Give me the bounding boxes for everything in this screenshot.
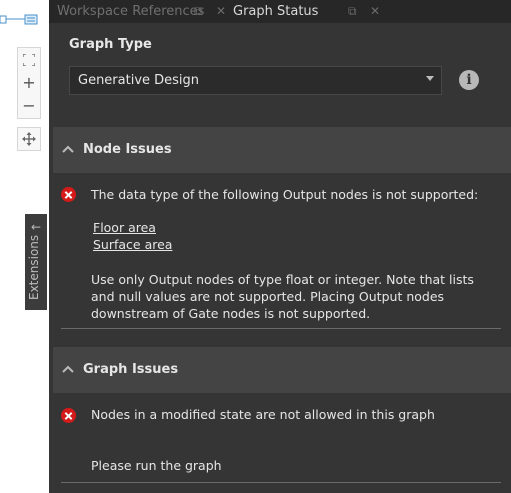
output-node-link-surface-area[interactable]: Surface area [93,237,172,252]
chevron-up-icon [62,365,74,373]
graph-status-content: Graph Type Generative Design i Node Issu… [49,23,511,493]
chevron-up-icon [62,145,74,153]
error-icon [61,408,76,423]
pan-move-icon [22,132,36,146]
divider [61,482,501,483]
graph-type-dropdown[interactable]: Generative Design [69,66,442,95]
fit-view-icon [23,53,35,66]
plus-icon: + [22,73,36,92]
close-icon[interactable]: ✕ [370,0,380,23]
zoom-out-button[interactable]: − [18,94,40,117]
tab-graph-status[interactable]: Graph Status [233,0,318,23]
pan-button[interactable] [17,127,41,151]
divider [61,328,501,329]
zoom-fit-button[interactable] [18,48,40,71]
graph-issues-title: Graph Issues [83,362,179,377]
graph-type-label: Graph Type [69,37,152,52]
close-icon[interactable]: ✕ [216,0,226,23]
node-issues-message: The data type of the following Output no… [91,187,479,202]
tab-workspace-references[interactable]: Workspace References [57,0,204,23]
arrow-left-icon: ← [30,220,42,234]
chevron-down-icon [426,76,434,81]
zoom-in-button[interactable]: + [18,71,40,94]
minus-icon: − [22,96,36,115]
graph-issues-header[interactable]: Graph Issues [53,347,511,393]
node-issues-detail: Use only Output nodes of type float or i… [91,272,474,321]
extensions-tab[interactable]: ← Extensions [25,214,47,310]
tab-bar: Workspace References ⧉ ✕ Graph Status ⧉ … [49,0,511,23]
node-issues-header[interactable]: Node Issues [53,127,511,173]
extensions-panel: Workspace References ⧉ ✕ Graph Status ⧉ … [49,0,511,493]
output-node-link-floor-area[interactable]: Floor area [93,220,156,235]
zoom-controls: + − [17,47,41,119]
graph-issues-detail: Please run the graph [91,458,222,473]
node-preview-icon [0,14,38,25]
undock-icon[interactable]: ⧉ [194,0,203,23]
graph-issues-message: Nodes in a modified state are not allowe… [91,407,435,422]
extensions-label: Extensions [27,234,41,300]
error-icon [61,187,76,202]
undock-icon[interactable]: ⧉ [348,0,357,23]
info-icon[interactable]: i [459,70,479,90]
graph-type-value: Generative Design [78,73,200,88]
graph-canvas[interactable]: + − ← Extensions [0,0,49,493]
node-issues-title: Node Issues [83,142,172,157]
